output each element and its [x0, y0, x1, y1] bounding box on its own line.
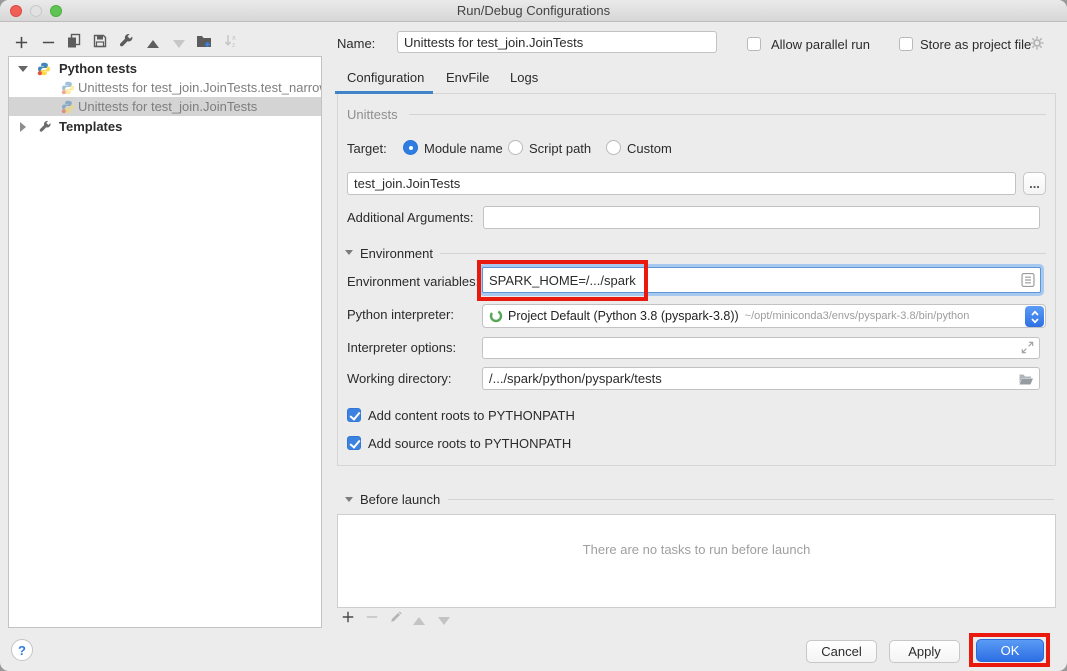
chevron-right-icon[interactable] [20, 122, 26, 132]
store-as-project-file-checkbox[interactable] [899, 37, 913, 51]
group-divider [440, 253, 1046, 254]
python-interpreter-select[interactable]: Project Default (Python 3.8 (pyspark-3.8… [482, 304, 1046, 328]
python-test-icon [61, 100, 75, 117]
configurations-tree: Python tests Unittests for test_join.Joi… [8, 56, 322, 628]
before-launch-task-list [337, 514, 1056, 608]
edit-task-pencil-icon [389, 610, 403, 628]
allow-parallel-run-label: Allow parallel run [771, 37, 870, 52]
python-interpreter-label: Python interpreter: [347, 307, 454, 322]
expand-field-icon[interactable] [1020, 340, 1035, 355]
active-tab-underline [335, 91, 433, 94]
close-window-button[interactable] [10, 5, 22, 17]
target-script-path-radio[interactable] [508, 140, 523, 155]
apply-button[interactable]: Apply [889, 640, 960, 663]
zoom-window-button[interactable] [50, 5, 62, 17]
tab-envfile[interactable]: EnvFile [446, 70, 489, 85]
run-debug-configurations-dialog: Run/Debug Configurations az Python tests [0, 0, 1067, 671]
copy-icon[interactable] [65, 32, 83, 50]
environment-variables-input[interactable] [482, 267, 1041, 293]
environment-variables-label: Environment variables: [347, 274, 479, 289]
move-task-down-icon [438, 613, 450, 629]
new-folder-icon[interactable] [195, 32, 213, 50]
tree-item-label: Templates [59, 117, 122, 137]
tree-item-label: Python tests [59, 59, 137, 79]
cancel-button[interactable]: Cancel [806, 640, 877, 663]
add-content-roots-checkbox[interactable] [347, 408, 361, 422]
dropdown-stepper-icon[interactable] [1025, 306, 1044, 327]
move-task-up-icon [413, 613, 425, 629]
add-task-icon[interactable] [341, 610, 355, 628]
group-divider [409, 114, 1046, 115]
ok-button[interactable]: OK [976, 639, 1044, 662]
window-title: Run/Debug Configurations [457, 3, 610, 18]
before-launch-collapse-icon[interactable] [345, 497, 353, 502]
target-custom-label: Custom [627, 141, 672, 156]
browse-env-vars-icon[interactable] [1021, 273, 1036, 288]
working-directory-label: Working directory: [347, 371, 452, 386]
target-module-input[interactable] [347, 172, 1016, 195]
move-up-icon[interactable] [144, 35, 162, 53]
target-module-name-radio[interactable] [403, 140, 418, 155]
browse-target-button[interactable]: ... [1023, 172, 1046, 195]
add-content-roots-label: Add content roots to PYTHONPATH [368, 408, 575, 423]
sort-icon: az [222, 32, 240, 50]
tree-item-python-tests[interactable]: Python tests [9, 59, 321, 79]
add-source-roots-checkbox[interactable] [347, 436, 361, 450]
help-button[interactable]: ? [11, 639, 33, 661]
tab-configuration[interactable]: Configuration [347, 70, 424, 85]
remove-icon[interactable] [39, 33, 57, 51]
python-tests-icon [37, 62, 51, 79]
tree-item-templates[interactable]: Templates [9, 117, 321, 137]
tab-logs[interactable]: Logs [510, 70, 538, 85]
remove-task-icon [365, 610, 379, 628]
interpreter-options-input[interactable] [482, 337, 1040, 359]
title-bar: Run/Debug Configurations [0, 0, 1067, 22]
target-custom-radio[interactable] [606, 140, 621, 155]
tree-item-label: Unittests for test_join.JoinTests [78, 97, 257, 117]
tree-item-label: Unittests for test_join.JoinTests.test_n… [78, 78, 321, 98]
target-script-path-label: Script path [529, 141, 591, 156]
add-icon[interactable] [12, 33, 30, 51]
svg-text:a: a [232, 35, 236, 42]
name-input[interactable] [397, 31, 717, 53]
before-launch-group-title: Before launch [360, 492, 440, 507]
tree-item-test-narrow[interactable]: Unittests for test_join.JoinTests.test_n… [9, 78, 321, 98]
folder-icon[interactable] [1018, 371, 1033, 386]
interpreter-options-label: Interpreter options: [347, 340, 456, 355]
move-down-icon [170, 35, 188, 53]
additional-arguments-label: Additional Arguments: [347, 210, 473, 225]
templates-wrench-icon [38, 120, 52, 137]
additional-arguments-input[interactable] [483, 206, 1040, 229]
save-icon[interactable] [91, 32, 109, 50]
interpreter-path: ~/opt/miniconda3/envs/pyspark-3.8/bin/py… [745, 310, 970, 322]
allow-parallel-run-checkbox[interactable] [747, 37, 761, 51]
unittests-group-title: Unittests [347, 107, 398, 122]
target-module-name-label: Module name [424, 141, 503, 156]
working-directory-input[interactable] [482, 367, 1040, 390]
tree-item-jointests-selected[interactable]: Unittests for test_join.JoinTests [9, 97, 321, 117]
environment-collapse-icon[interactable] [345, 250, 353, 255]
no-tasks-message: There are no tasks to run before launch [337, 542, 1056, 557]
group-divider [448, 499, 1054, 500]
store-as-project-file-label: Store as project file [920, 37, 1031, 52]
gear-icon[interactable] [1029, 35, 1045, 54]
svg-text:z: z [232, 42, 235, 49]
chevron-down-icon[interactable] [18, 66, 28, 72]
target-label: Target: [347, 141, 387, 156]
conda-environment-icon [489, 309, 503, 323]
name-label: Name: [337, 36, 375, 51]
python-test-icon [61, 81, 75, 98]
interpreter-name: Project Default (Python 3.8 (pyspark-3.8… [508, 309, 739, 323]
add-source-roots-label: Add source roots to PYTHONPATH [368, 436, 571, 451]
environment-group-title: Environment [360, 246, 433, 261]
minimize-window-button [30, 5, 42, 17]
edit-templates-icon[interactable] [117, 32, 135, 50]
